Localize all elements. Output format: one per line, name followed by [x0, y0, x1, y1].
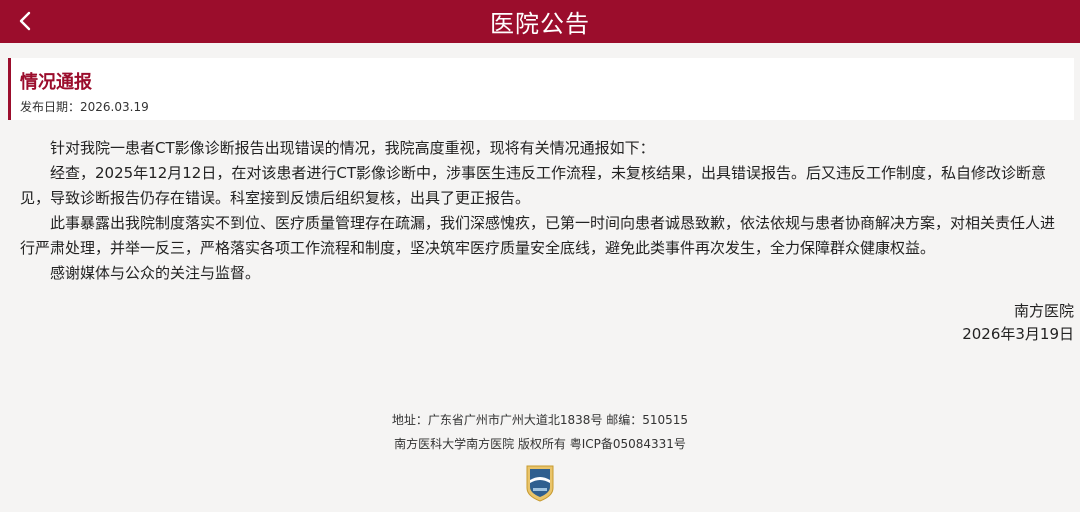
top-bar: 医院公告 [0, 0, 1080, 43]
footer-address: 地址：广东省广州市广州大道北1838号 邮编：510515 [391, 413, 689, 427]
back-button[interactable] [10, 6, 40, 36]
footer: 地址：广东省广州市广州大道北1838号 邮编：510515 南方医科大学南方医院… [0, 408, 1080, 456]
footer-copyright: 南方医科大学南方医院 版权所有 粤ICP备05084331号 [394, 437, 686, 451]
publish-date: 发布日期：2026.03.19 [20, 100, 149, 114]
hospital-emblem-icon [526, 465, 554, 502]
signature: 南方医院 [1013, 302, 1074, 320]
paragraph: 此事暴露出我院制度落实不到位、医疗质量管理存在疏漏，我们深感愧疚，已第一时间向患… [20, 214, 1056, 257]
paragraph: 感谢媒体与公众的关注与监督。 [50, 264, 261, 282]
paragraph: 经查，2025年12月12日，在对该患者进行CT影像诊断中，涉事医生违反工作流程… [20, 164, 1046, 207]
notice-content: 针对我院一患者CT影像诊断报告出现错误的情况，我院高度重视，现将有关情况通报如下… [20, 136, 1062, 286]
sign-date: 2026年3月19日 [962, 325, 1074, 343]
notice-header-card: 情况通报 发布日期：2026.03.19 [8, 58, 1074, 120]
page-title: 医院公告 [490, 10, 590, 38]
accent-bar [8, 58, 11, 120]
notice-title: 情况通报 [20, 72, 92, 93]
signature-block: 南方医院 2026年3月19日 [962, 300, 1074, 346]
paragraph: 针对我院一患者CT影像诊断报告出现错误的情况，我院高度重视，现将有关情况通报如下… [50, 139, 655, 157]
chevron-left-icon [19, 11, 31, 31]
